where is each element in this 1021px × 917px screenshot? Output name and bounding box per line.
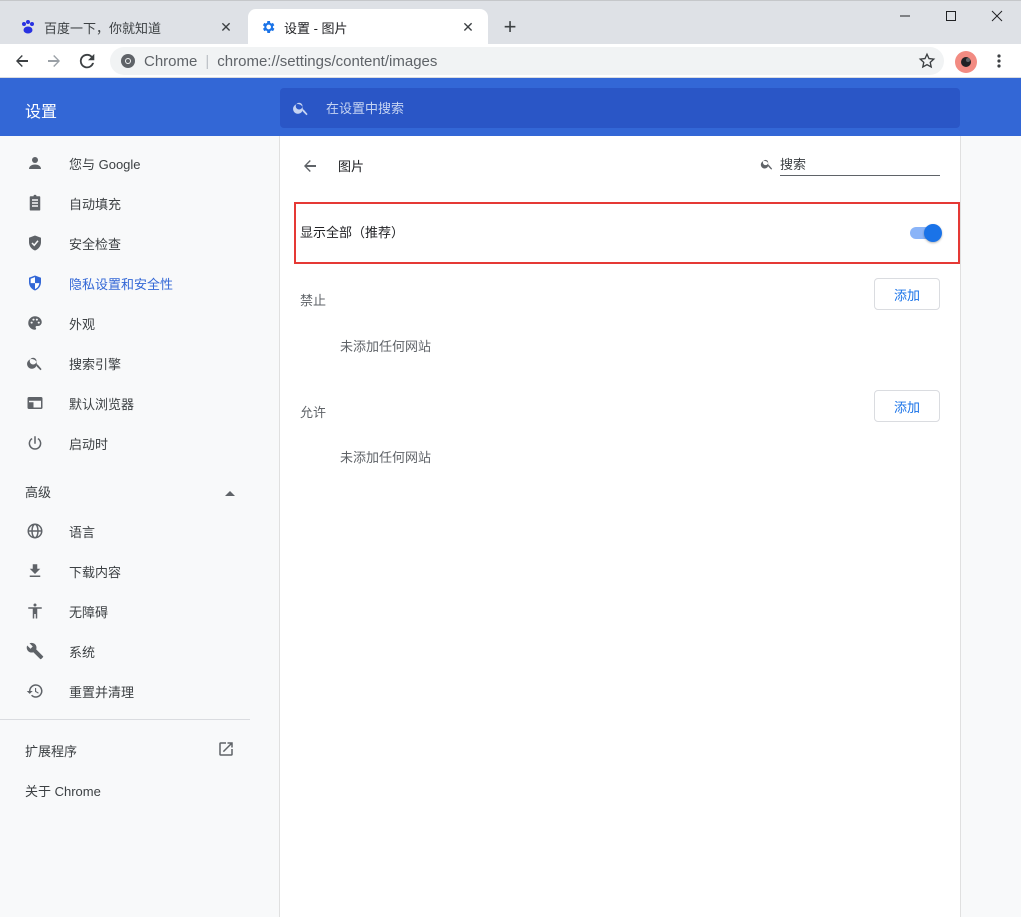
more-menu-icon[interactable]: [989, 50, 1009, 72]
globe-icon: [25, 521, 45, 541]
tab-settings-images[interactable]: 设置 - 图片 ✕: [248, 9, 488, 45]
sidebar-item-label: 默认浏览器: [69, 396, 135, 412]
sidebar-item-label: 下载内容: [69, 564, 122, 580]
sidebar-item-search-engine[interactable]: 搜索引擎: [0, 343, 256, 383]
sidebar-item-you-and-google[interactable]: 您与 Google: [0, 143, 256, 183]
sidebar-item-safety-check[interactable]: 安全检查: [0, 223, 256, 263]
search-icon: [25, 353, 45, 373]
search-icon: [760, 157, 774, 171]
close-window-icon[interactable]: [974, 1, 1020, 31]
profile-avatar[interactable]: [955, 51, 977, 73]
advanced-label: 高级: [25, 485, 52, 500]
shield-check-icon: [25, 233, 45, 253]
download-icon: [25, 561, 45, 581]
tab-close-icon[interactable]: ✕: [460, 19, 476, 35]
accessibility-icon: [25, 601, 45, 621]
gear-icon: [260, 19, 276, 35]
back-arrow-icon[interactable]: [298, 154, 322, 178]
sidebar-item-on-startup[interactable]: 启动时: [0, 423, 256, 463]
sidebar-item-label: 隐私设置和安全性: [69, 276, 174, 292]
browser-icon: [25, 393, 45, 413]
settings-search[interactable]: [280, 88, 960, 128]
show-all-label: 显示全部（推荐）: [300, 225, 405, 240]
history-icon: [25, 681, 45, 701]
sidebar-item-label: 搜索引擎: [69, 356, 122, 372]
sidebar-item-appearance[interactable]: 外观: [0, 303, 256, 343]
sidebar-item-extensions[interactable]: 扩展程序: [25, 740, 235, 761]
tab-title: 设置 - 图片: [284, 20, 348, 36]
add-blocked-button[interactable]: 添加: [874, 278, 940, 310]
sidebar-item-privacy[interactable]: 隐私设置和安全性: [0, 263, 256, 303]
blocked-section-title: 禁止: [300, 293, 327, 308]
chrome-icon: [120, 53, 136, 69]
omnibox-separator: |: [205, 52, 210, 70]
page-title: 图片: [338, 159, 365, 174]
chevron-up-icon: [225, 484, 235, 499]
person-icon: [25, 153, 45, 173]
images-settings-card: 图片 搜索 显示全部（推荐） 禁止 添加 未添加任何网站 允许 添加 未添加任何…: [279, 136, 961, 917]
minimize-icon[interactable]: [882, 1, 928, 31]
sidebar-item-autofill[interactable]: 自动填充: [0, 183, 256, 223]
url-text: chrome://settings/content/images: [217, 52, 438, 70]
allowed-empty-text: 未添加任何网站: [340, 450, 432, 465]
search-icon: [292, 99, 310, 117]
reload-icon[interactable]: [75, 49, 99, 73]
browser-toolbar: Chrome | chrome://settings/content/image…: [0, 44, 1021, 78]
site-name: Chrome: [144, 52, 198, 70]
baidu-paw-icon: [20, 19, 36, 35]
allowed-section-title: 允许: [300, 405, 327, 420]
tab-baidu[interactable]: 百度一下，你就知道 ✕: [8, 9, 246, 45]
forward-arrow-icon[interactable]: [42, 49, 66, 73]
power-icon: [25, 433, 45, 453]
sidebar-item-accessibility[interactable]: 无障碍: [0, 591, 256, 631]
sidebar-item-label: 您与 Google: [69, 156, 141, 172]
sidebar-item-system[interactable]: 系统: [0, 631, 256, 671]
settings-header: 设置: [0, 78, 1021, 136]
wrench-icon: [25, 641, 45, 661]
sidebar-item-label: 启动时: [69, 436, 109, 452]
address-bar[interactable]: Chrome | chrome://settings/content/image…: [110, 47, 944, 75]
shield-icon: [25, 273, 45, 293]
maximize-icon[interactable]: [928, 1, 974, 31]
sidebar-item-label: 语言: [69, 524, 96, 540]
palette-icon: [25, 313, 45, 333]
bookmark-star-icon[interactable]: [918, 52, 936, 70]
sidebar-item-label: 外观: [69, 316, 96, 332]
clipboard-icon: [25, 193, 45, 213]
sidebar-item-reset[interactable]: 重置并清理: [0, 671, 256, 711]
add-allowed-button[interactable]: 添加: [874, 390, 940, 422]
page-search[interactable]: 搜索: [760, 152, 940, 176]
settings-sidebar: 您与 Google 自动填充 安全检查 隐私设置和安全性 外观 搜索引擎 默认浏…: [0, 136, 256, 917]
sidebar-item-label: 重置并清理: [69, 684, 135, 700]
sidebar-item-label: 安全检查: [69, 236, 122, 252]
sidebar-item-about[interactable]: 关于 Chrome: [25, 781, 101, 800]
advanced-toggle[interactable]: 高级: [25, 482, 235, 501]
sidebar-item-downloads[interactable]: 下载内容: [0, 551, 256, 591]
new-tab-button[interactable]: +: [498, 14, 522, 39]
sidebar-item-label: 系统: [69, 644, 96, 660]
tab-strip: 百度一下，你就知道 ✕ 设置 - 图片 ✕ +: [0, 0, 1021, 45]
sidebar-item-label: 无障碍: [69, 604, 109, 620]
back-arrow-icon[interactable]: [10, 49, 34, 73]
sidebar-item-default-browser[interactable]: 默认浏览器: [0, 383, 256, 423]
sidebar-item-languages[interactable]: 语言: [0, 511, 256, 551]
open-in-new-icon: [217, 740, 235, 761]
extensions-label: 扩展程序: [25, 744, 78, 759]
sidebar-item-label: 自动填充: [69, 196, 122, 212]
settings-title: 设置: [25, 104, 58, 121]
blocked-empty-text: 未添加任何网站: [340, 339, 432, 354]
tab-title: 百度一下，你就知道: [44, 20, 162, 36]
toggle-knob: [924, 224, 942, 242]
page-search-input[interactable]: 搜索: [780, 152, 940, 176]
tab-close-icon[interactable]: ✕: [218, 19, 234, 35]
settings-search-input[interactable]: [326, 100, 926, 116]
sidebar-divider: [0, 719, 250, 720]
show-all-toggle[interactable]: [908, 224, 942, 242]
